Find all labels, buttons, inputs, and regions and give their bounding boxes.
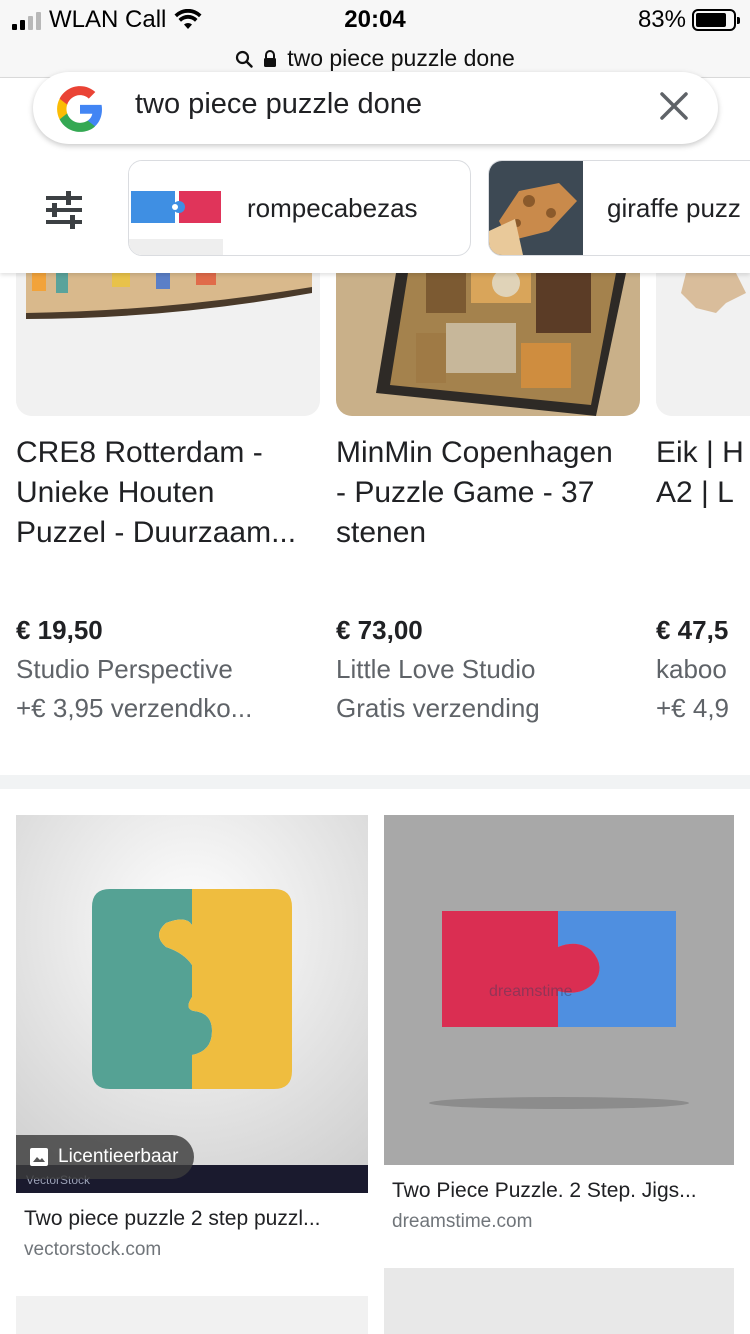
product-title: Eik | H Puzze serie A2 | L [656,436,750,509]
chip-label: rompecabezas [247,192,418,223]
product-price: € 47,5 [656,615,729,645]
product-shipping: +€ 3,95 verzendko... [16,693,253,723]
product-title: CRE8 Rotterdam - Unieke Houten Puzzel - … [16,436,297,549]
image-result-partial[interactable] [384,1268,734,1334]
status-right: 83% [637,6,740,34]
chip-thumbnail [129,161,223,255]
product-price: € 19,50 [16,615,103,645]
battery-percent: 83% [637,6,686,33]
product-card[interactable]: MinMin Copenhagen - Puzzle Game - 37 ste… [336,273,640,724]
image-result[interactable]: VectorStock Licentieerbaar Two piece puz… [16,815,368,1261]
licensable-badge[interactable]: Licentieerbaar [16,1135,195,1179]
status-bar: WLAN Call 20:04 83% [0,0,750,40]
product-title: MinMin Copenhagen - Puzzle Game - 37 ste… [336,436,613,549]
product-card[interactable]: Eik | H Puzze serie A2 | L € 47,5 kaboo … [656,273,750,724]
search-box[interactable]: two piece puzzle done [33,72,718,144]
result-image: dreamstime [384,815,734,1165]
lock-icon [264,49,277,67]
product-image [656,273,750,416]
product-shipping: +€ 4,9 [656,693,730,723]
shopping-carousel[interactable]: CRE8 Rotterdam - Unieke Houten Puzzel - … [0,273,750,773]
search-header: two piece puzzle done rompecabezas giraf… [0,72,750,273]
section-divider [0,775,750,789]
product-price: € 73,00 [336,615,423,645]
url-text: two piece puzzle done [287,45,515,71]
suggestion-chip-rompecabezas[interactable]: rompecabezas [128,160,471,256]
google-logo-icon [57,86,102,132]
search-icon [236,50,253,68]
chip-thumbnail [489,161,583,255]
result-image: VectorStock Licentieerbaar [16,815,368,1193]
suggestion-chip-giraffe[interactable]: giraffe puzz [488,160,750,256]
product-card[interactable]: CRE8 Rotterdam - Unieke Houten Puzzel - … [16,273,320,724]
licensable-label: Licentieerbaar [58,1146,179,1167]
image-icon [30,1148,48,1166]
chip-label: giraffe puzz [607,192,741,223]
filter-sliders-icon[interactable] [40,186,88,234]
result-source[interactable]: vectorstock.com [16,1239,368,1261]
clear-search-icon[interactable] [654,86,694,126]
watermark-text: dreamstime [489,983,573,1000]
battery-icon [692,9,740,31]
product-image [16,273,320,416]
result-title[interactable]: Two piece puzzle 2 step puzzl... [16,1207,368,1231]
product-image [336,273,640,416]
product-store: Little Love Studio [336,654,536,684]
result-source[interactable]: dreamstime.com [384,1211,734,1233]
result-title[interactable]: Two Piece Puzzle. 2 Step. Jigs... [384,1179,734,1203]
image-result[interactable]: dreamstime Two Piece Puzzle. 2 Step. Jig… [384,815,734,1233]
product-store: Studio Perspective [16,654,233,684]
search-query[interactable]: two piece puzzle done [135,84,422,124]
product-shipping: Gratis verzending [336,693,540,723]
product-store: kaboo [656,654,727,684]
image-result-partial[interactable] [16,1296,368,1334]
